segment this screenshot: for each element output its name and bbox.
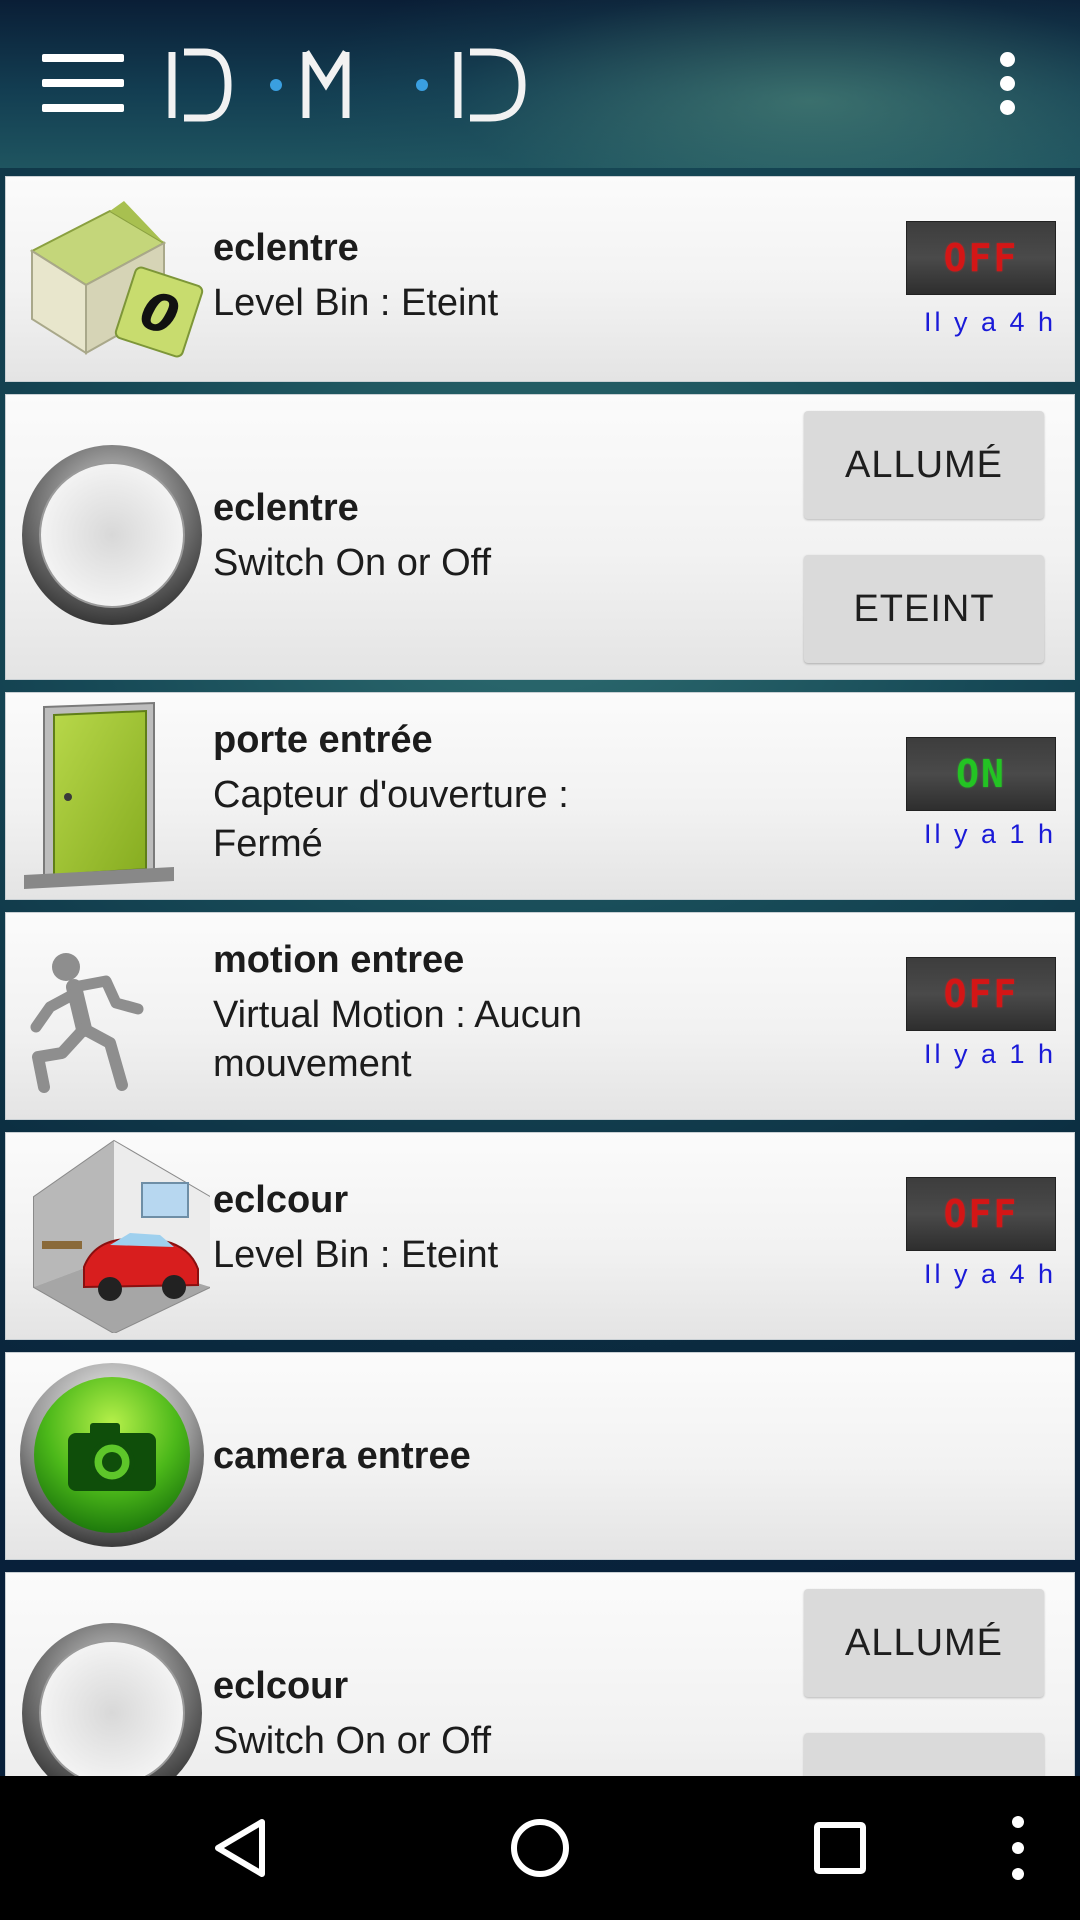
device-status: Level Bin : Eteint	[213, 1234, 499, 1276]
last-update: Il y a 1 h	[923, 1039, 1056, 1069]
device-status: Virtual Motion : Aucun mouvement	[213, 994, 582, 1085]
device-name: camera entree	[213, 1435, 471, 1477]
app-bar	[0, 0, 1080, 168]
more-vertical-icon[interactable]	[980, 44, 1036, 124]
state-badge: OFF	[906, 221, 1056, 295]
device-name: porte entrée	[213, 719, 433, 761]
device-name: eclcour	[213, 1179, 349, 1221]
device-list[interactable]: 0 eclentre Level Bin : Eteint OFF Il y a…	[0, 168, 1080, 1776]
state-badge: ON	[906, 737, 1056, 811]
device-status: Switch On or Off	[213, 1720, 492, 1762]
switch-off-button[interactable]: ETEINT	[804, 555, 1044, 663]
running-person-icon	[30, 953, 144, 1093]
last-update: Il y a 4 h	[923, 1259, 1056, 1289]
round-switch-icon	[22, 445, 202, 625]
device-name: eclentre	[213, 487, 359, 529]
box-zero-icon: 0	[29, 201, 204, 358]
system-nav-bar	[0, 1776, 1080, 1920]
more-vertical-icon[interactable]	[968, 1798, 1068, 1898]
round-switch-icon	[22, 1623, 202, 1776]
home-circle-icon[interactable]	[490, 1798, 590, 1898]
state-badge: OFF	[906, 1177, 1056, 1251]
device-name: eclcour	[213, 1665, 349, 1707]
device-status: Level Bin : Eteint	[213, 282, 499, 324]
garage-car-icon	[33, 1139, 210, 1333]
device-name: eclentre	[213, 227, 359, 269]
device-card[interactable]: camera entree	[5, 1352, 1075, 1560]
switch-on-button[interactable]: ALLUMÉ	[804, 1589, 1044, 1697]
device-card[interactable]: eclcour Level Bin : Eteint OFF Il y a 4 …	[5, 1132, 1075, 1340]
device-card[interactable]: eclcour Switch On or Off ALLUMÉ	[5, 1572, 1075, 1776]
back-triangle-icon[interactable]	[190, 1798, 290, 1898]
device-name: motion entree	[213, 939, 465, 981]
last-update: Il y a 4 h	[923, 307, 1056, 337]
dmd-logo	[168, 48, 526, 122]
switch-on-button[interactable]: ALLUMÉ	[804, 411, 1044, 519]
device-card[interactable]: 0 eclentre Level Bin : Eteint OFF Il y a…	[5, 176, 1075, 382]
hamburger-menu-icon[interactable]	[38, 50, 130, 120]
state-badge: OFF	[906, 957, 1056, 1031]
device-status: Capteur d'ouverture : Fermé	[213, 774, 569, 865]
last-update: Il y a 1 h	[923, 819, 1056, 849]
camera-icon	[20, 1363, 204, 1547]
recents-square-icon[interactable]	[790, 1798, 890, 1898]
device-card[interactable]: porte entrée Capteur d'ouverture : Fermé…	[5, 692, 1075, 900]
door-icon	[24, 701, 174, 889]
device-status: Switch On or Off	[213, 542, 492, 584]
device-card[interactable]: eclentre Switch On or Off ALLUMÉ ETEINT	[5, 394, 1075, 680]
switch-off-button[interactable]	[804, 1733, 1044, 1776]
device-card[interactable]: motion entree Virtual Motion : Aucun mou…	[5, 912, 1075, 1120]
